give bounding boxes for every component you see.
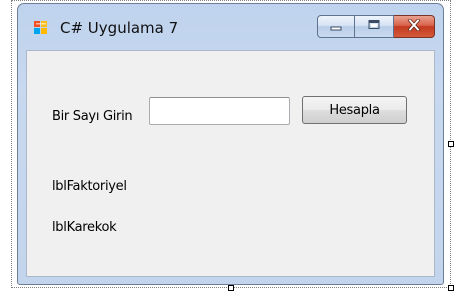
maximize-button[interactable] xyxy=(355,15,394,38)
factorial-label: lblFaktoriyel xyxy=(52,179,127,194)
number-input[interactable] xyxy=(149,97,290,125)
resize-grip-bottom-right[interactable] xyxy=(448,285,454,291)
minimize-icon xyxy=(329,18,343,36)
close-icon xyxy=(407,17,421,36)
form-client-area xyxy=(26,50,435,277)
close-button[interactable] xyxy=(394,15,435,38)
maximize-icon xyxy=(367,18,381,36)
minimize-button[interactable] xyxy=(317,15,355,38)
resize-grip-bottom[interactable] xyxy=(228,285,234,291)
prompt-label: Bir Sayı Girin xyxy=(52,109,133,124)
title-bar[interactable]: C# Uygulama 7 xyxy=(18,4,443,50)
caption-buttons xyxy=(317,15,435,38)
calculate-button[interactable]: Hesapla xyxy=(302,96,407,124)
windows-form-icon xyxy=(34,21,48,35)
window-title: C# Uygulama 7 xyxy=(60,19,179,37)
resize-grip-right[interactable] xyxy=(448,141,454,147)
form-window: C# Uygulama 7 xyxy=(17,3,444,285)
sqrt-label: lblKarekok xyxy=(52,220,117,235)
